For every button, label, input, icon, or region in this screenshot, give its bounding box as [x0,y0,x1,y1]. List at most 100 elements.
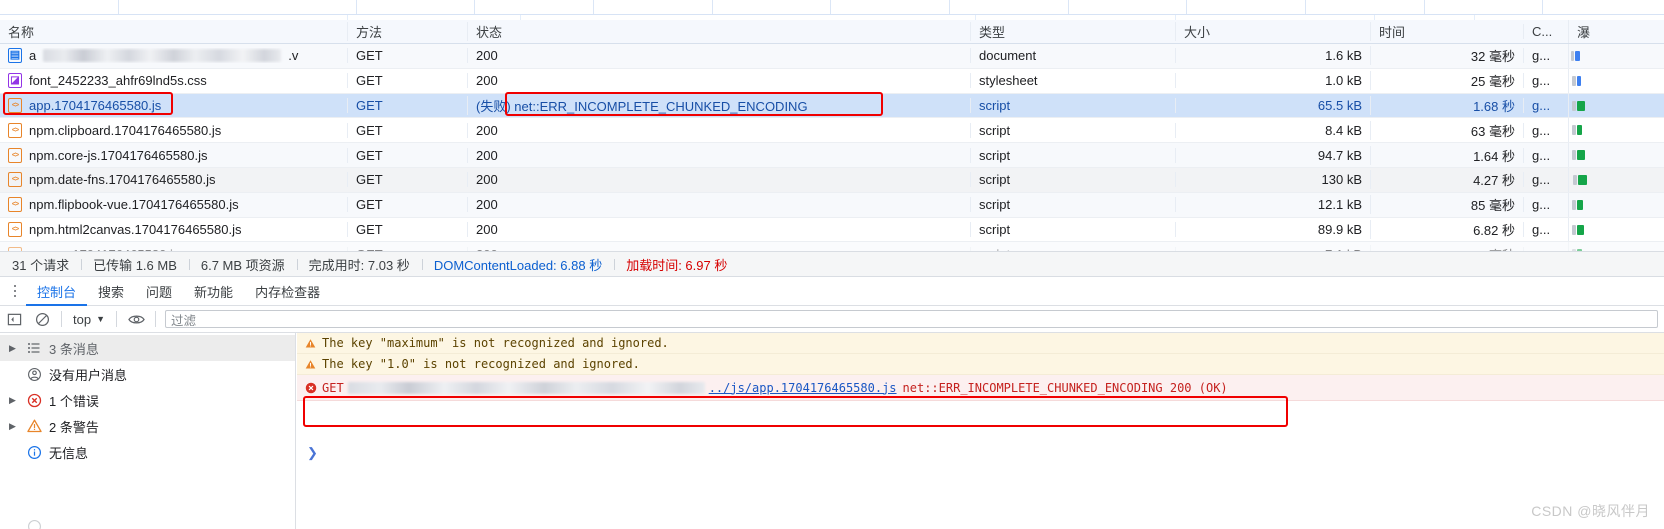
request-status-cell: 200 [467,122,970,138]
console-prompt-icon[interactable]: ❯ [307,445,318,461]
tab-console[interactable]: 控制台 [26,277,87,306]
console-sidebar: ▶ 3 条消息 没有用户消息 ▶ 1 个错误 ▶ 2 条警告 无信息 [0,333,296,529]
column-header-status[interactable]: 状态 [467,22,970,41]
drawer-tab-bar: 控制台 搜索 问题 新功能 内存检查器 [0,277,1664,306]
console-message-text: The key "maximum" is not recognized and … [322,336,669,350]
request-name-cell[interactable]: app.1704176465580.js [0,97,347,113]
request-type-cell: document [970,48,1175,64]
request-time-cell: 63 毫秒 [1370,120,1523,140]
request-size-cell: 8.4 kB [1175,122,1370,138]
table-row[interactable]: npm.core-js.1704176465580.js GET 200 scr… [0,143,1664,168]
column-header-waterfall[interactable]: 瀑 [1568,20,1664,43]
request-name-cell[interactable]: a .v [0,48,347,64]
request-time-cell: 85 毫秒 [1370,195,1523,215]
table-row[interactable]: font_2452233_ahfr69lnd5s.css GET 200 sty… [0,68,1664,94]
table-row[interactable]: npm.html2canvas.1704176465580.js GET 200… [0,217,1664,243]
error-icon [25,393,43,408]
console-error-link[interactable]: ../js/app.1704176465580.js [709,381,897,395]
tab-issues[interactable]: 问题 [135,277,183,306]
warning-icon [305,359,322,370]
table-row[interactable]: npm.....1704176465580.js GET 200 script … [0,242,1664,251]
request-status-cell: (失败) net::ERR_INCOMPLETE_CHUNKED_ENCODIN… [467,95,970,115]
column-header-method[interactable]: 方法 [347,22,467,41]
request-size-cell: 130 kB [1175,172,1370,188]
request-type-cell: script [970,197,1175,213]
table-row[interactable]: a .v GET 200 document 1.6 kB 32 毫秒 g... [0,44,1664,69]
request-time-cell: 1.68 秒 [1370,95,1523,115]
summary-requests: 31 个请求 [12,257,70,273]
more-tabs-icon[interactable] [4,284,26,298]
request-waterfall-cell [1568,44,1664,68]
console-warning-message[interactable]: The key "1.0" is not recognized and igno… [297,354,1664,375]
context-selector[interactable]: top ▼ [67,312,111,327]
request-method-cell: GET [347,147,467,163]
request-name-cell[interactable]: npm.core-js.1704176465580.js [0,147,347,163]
sidebar-item-user-messages[interactable]: 没有用户消息 [0,361,295,387]
table-row[interactable]: npm.date-fns.1704176465580.js GET 200 sc… [0,167,1664,193]
table-row[interactable]: npm.clipboard.1704176465580.js GET 200 s… [0,118,1664,144]
request-status-cell: 200 [467,147,970,163]
summary-finish: 完成用时: 7.03 秒 [296,255,422,274]
panel-toggle-icon[interactable] [0,306,28,333]
console-warning-message[interactable]: The key "maximum" is not recognized and … [297,333,1664,354]
request-name-cell[interactable]: npm.html2canvas.1704176465580.js [0,221,347,237]
request-connection-cell: g... [1523,172,1568,188]
request-type-cell: script [970,97,1175,113]
chevron-right-icon[interactable]: ▶ [6,343,19,354]
console-error-message[interactable]: GET ../js/app.1704176465580.js net::ERR_… [297,375,1664,401]
request-type-cell: script [970,122,1175,138]
network-request-table[interactable]: 名称 方法 状态 类型 大小 时间 C... 瀑 a .v GET 200 do… [0,20,1664,251]
chevron-right-icon[interactable]: ▶ [6,395,19,406]
summary-load-time: 加载时间: 6.97 秒 [614,255,739,274]
console-message-text: The key "1.0" is not recognized and igno… [322,357,640,371]
sidebar-item-info[interactable]: 无信息 [0,439,295,465]
request-size-cell: 94.7 kB [1175,147,1370,163]
live-expression-icon[interactable] [122,306,150,333]
column-header-connection[interactable]: C... [1523,24,1568,39]
request-method-cell: GET [347,221,467,237]
console-message-list: The key "maximum" is not recognized and … [297,333,1664,529]
sidebar-item-label: 3 条消息 [49,341,99,357]
column-header-size[interactable]: 大小 [1175,22,1370,41]
request-status-cell: 200 [467,221,970,237]
request-method-cell: GET [347,73,467,89]
watermark: CSDN @晓风伴月 [1531,503,1650,519]
table-row[interactable]: npm.flipbook-vue.1704176465580.js GET 20… [0,192,1664,218]
request-method-cell: GET [347,97,467,113]
request-connection-cell: g... [1523,97,1568,113]
sidebar-item-errors[interactable]: ▶ 1 个错误 [0,387,295,413]
sidebar-item-warnings[interactable]: ▶ 2 条警告 [0,413,295,439]
console-filter-input[interactable]: 过滤 [165,310,1658,328]
sidebar-item-all-messages[interactable]: ▶ 3 条消息 [0,335,295,361]
redacted-url [347,381,705,394]
tab-whats-new[interactable]: 新功能 [183,277,244,306]
tab-memory-inspector[interactable]: 内存检查器 [244,277,331,306]
request-method-cell: GET [347,197,467,213]
column-header-name[interactable]: 名称 [0,22,347,41]
column-header-type[interactable]: 类型 [970,22,1175,41]
request-status-cell: 200 [467,73,970,89]
document-icon [8,48,22,64]
request-name-cell[interactable]: npm.clipboard.1704176465580.js [0,122,347,138]
request-time-cell: 32 毫秒 [1370,46,1523,66]
sidebar-item-partial [0,513,296,529]
request-size-cell: 1.0 kB [1175,73,1370,89]
table-row-selected[interactable]: app.1704176465580.js GET (失败) net::ERR_I… [0,93,1664,119]
summary-dom-content-loaded: DOMContentLoaded: 6.88 秒 [421,255,614,274]
sidebar-item-label: 没有用户消息 [49,367,128,383]
request-name-cell[interactable]: npm.flipbook-vue.1704176465580.js [0,197,347,213]
request-name-cell[interactable]: font_2452233_ahfr69lnd5s.css [0,73,347,89]
info-icon [25,445,43,460]
redacted-url [43,49,282,63]
column-header-time[interactable]: 时间 [1370,22,1523,41]
clear-console-icon[interactable] [28,306,56,333]
chevron-right-icon[interactable]: ▶ [6,421,19,432]
request-name-cell[interactable]: npm.date-fns.1704176465580.js [0,172,347,188]
request-waterfall-cell [1568,68,1664,93]
request-status-cell: 200 [467,197,970,213]
script-icon [8,221,22,237]
request-name-text: app.1704176465580.js [29,97,162,113]
request-connection-cell: g... [1523,147,1568,163]
request-type-cell: script [970,221,1175,237]
tab-search[interactable]: 搜索 [87,277,135,306]
